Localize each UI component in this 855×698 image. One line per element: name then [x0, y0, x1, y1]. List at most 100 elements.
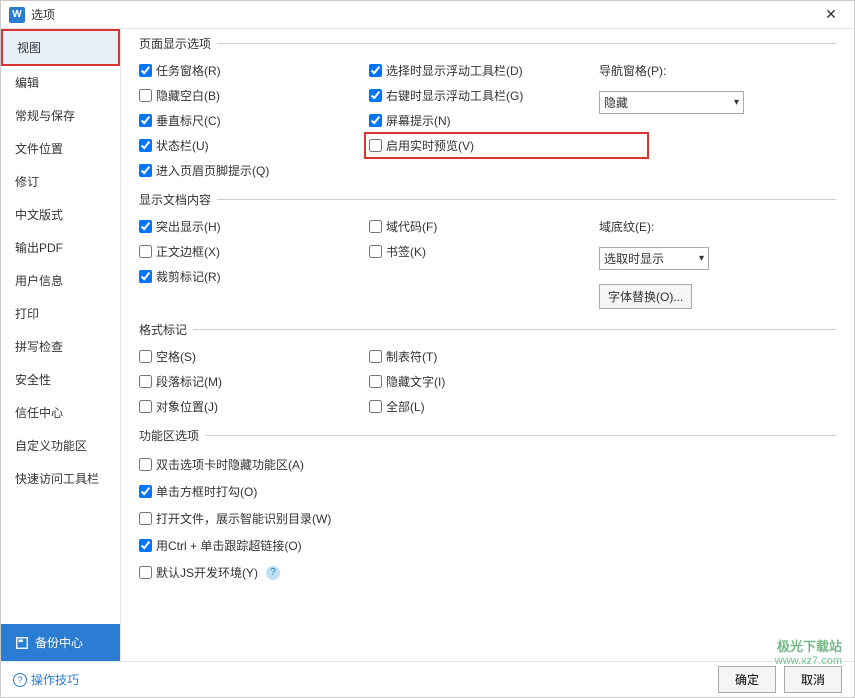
tips-link[interactable]: ? 操作技巧 [13, 671, 79, 688]
format-mark-opt-b-0[interactable]: 制表符(T) [369, 348, 599, 365]
sidebar-item-7[interactable]: 用户信息 [1, 264, 120, 297]
backup-icon [15, 636, 29, 650]
doc-content-opt-a-1[interactable]: 正文边框(X) [139, 243, 369, 260]
page-display-opt-a-1[interactable]: 隐藏空白(B) [139, 87, 369, 104]
format-mark-opt-b-0-checkbox[interactable] [369, 350, 382, 363]
close-icon[interactable]: ✕ [816, 6, 846, 23]
ribbon-opt-4[interactable]: 默认JS开发环境(Y)? [139, 564, 836, 581]
ribbon-opt-0[interactable]: 双击选项卡时隐藏功能区(A) [139, 456, 836, 473]
page-display-opt-a-1-checkbox[interactable] [139, 89, 152, 102]
backup-center-button[interactable]: 备份中心 [1, 624, 120, 661]
doc-content-opt-b-1[interactable]: 书签(K) [369, 243, 599, 260]
section-ribbon-legend: 功能区选项 [139, 427, 205, 444]
ribbon-opt-1[interactable]: 单击方框时打勾(O) [139, 483, 836, 500]
doc-content-opt-a-0-label: 突出显示(H) [156, 218, 221, 235]
ribbon-opt-3-checkbox[interactable] [139, 539, 152, 552]
doc-content-opt-b-1-checkbox[interactable] [369, 245, 382, 258]
doc-content-opt-b-0[interactable]: 域代码(F) [369, 218, 599, 235]
ribbon-opt-0-checkbox[interactable] [139, 458, 152, 471]
sidebar-item-10[interactable]: 安全性 [1, 363, 120, 396]
field-shading-dropdown[interactable]: 选取时显示 ▾ [599, 247, 709, 270]
page-display-opt-b-0-checkbox[interactable] [369, 64, 382, 77]
page-display-opt-a-2[interactable]: 垂直标尺(C) [139, 112, 369, 129]
sidebar-item-3[interactable]: 文件位置 [1, 132, 120, 165]
body: 视图编辑常规与保存文件位置修订中文版式输出PDF用户信息打印拼写检查安全性信任中… [1, 29, 854, 661]
format-mark-opt-a-1[interactable]: 段落标记(M) [139, 373, 369, 390]
format-mark-opt-b-2-checkbox[interactable] [369, 400, 382, 413]
page-display-opt-b-3-checkbox[interactable] [369, 139, 382, 152]
sidebar-item-4[interactable]: 修订 [1, 165, 120, 198]
sidebar-item-11[interactable]: 信任中心 [1, 396, 120, 429]
sidebar-item-5[interactable]: 中文版式 [1, 198, 120, 231]
page-display-opt-b-1[interactable]: 右键时显示浮动工具栏(G) [369, 87, 599, 104]
format-mark-opt-b-0-label: 制表符(T) [386, 348, 437, 365]
field-shading-value: 选取时显示 [604, 250, 664, 267]
doc-content-opt-a-2[interactable]: 裁剪标记(R) [139, 268, 369, 285]
doc-content-opt-a-0[interactable]: 突出显示(H) [139, 218, 369, 235]
page-display-opt-b-3-label: 启用实时预览(V) [386, 137, 474, 154]
page-display-opt-a-3[interactable]: 状态栏(U) [139, 137, 369, 154]
format-mark-opt-b-2-label: 全部(L) [386, 398, 425, 415]
page-display-opt-a-2-checkbox[interactable] [139, 114, 152, 127]
cancel-button[interactable]: 取消 [784, 666, 842, 693]
format-mark-opt-b-1-checkbox[interactable] [369, 375, 382, 388]
page-display-opt-b-2-checkbox[interactable] [369, 114, 382, 127]
format-mark-opt-a-2[interactable]: 对象位置(J) [139, 398, 369, 415]
ribbon-opt-4-checkbox[interactable] [139, 566, 152, 579]
format-mark-opt-b-1[interactable]: 隐藏文字(I) [369, 373, 599, 390]
format-mark-opt-a-0[interactable]: 空格(S) [139, 348, 369, 365]
page-display-opt-b-1-checkbox[interactable] [369, 89, 382, 102]
page-display-opt-a-2-label: 垂直标尺(C) [156, 112, 221, 129]
help-icon[interactable]: ? [266, 566, 280, 580]
sidebar-item-8[interactable]: 打印 [1, 297, 120, 330]
sidebar-item-1[interactable]: 编辑 [1, 66, 120, 99]
sidebar-item-6[interactable]: 输出PDF [1, 231, 120, 264]
ribbon-opt-3[interactable]: 用Ctrl + 单击跟踪超链接(O) [139, 537, 836, 554]
page-display-opt-a-0[interactable]: 任务窗格(R) [139, 62, 369, 79]
doc-content-opt-a-2-label: 裁剪标记(R) [156, 268, 221, 285]
doc-content-opt-b-0-label: 域代码(F) [386, 218, 437, 235]
page-display-opt-b-1-label: 右键时显示浮动工具栏(G) [386, 87, 523, 104]
doc-content-opt-b-1-label: 书签(K) [386, 243, 426, 260]
ok-button[interactable]: 确定 [718, 666, 776, 693]
page-display-opt-b-0-label: 选择时显示浮动工具栏(D) [386, 62, 523, 79]
nav-pane-label: 导航窗格(P): [599, 62, 836, 79]
sidebar: 视图编辑常规与保存文件位置修订中文版式输出PDF用户信息打印拼写检查安全性信任中… [1, 29, 121, 661]
format-mark-opt-a-1-checkbox[interactable] [139, 375, 152, 388]
sidebar-item-2[interactable]: 常规与保存 [1, 99, 120, 132]
format-mark-opt-a-2-checkbox[interactable] [139, 400, 152, 413]
page-display-opt-b-2[interactable]: 屏幕提示(N) [369, 112, 599, 129]
chevron-down-icon: ▾ [699, 253, 704, 264]
page-display-opt-a-4-checkbox[interactable] [139, 164, 152, 177]
field-shading-label: 域底纹(E): [599, 218, 836, 235]
format-mark-opt-a-0-label: 空格(S) [156, 348, 196, 365]
ribbon-opt-1-label: 单击方框时打勾(O) [156, 483, 257, 500]
chevron-down-icon: ▾ [734, 97, 739, 108]
sidebar-item-13[interactable]: 快速访问工具栏 [1, 462, 120, 495]
backup-center-label: 备份中心 [35, 634, 83, 651]
doc-content-opt-a-0-checkbox[interactable] [139, 220, 152, 233]
ribbon-opt-0-label: 双击选项卡时隐藏功能区(A) [156, 456, 304, 473]
format-mark-opt-b-2[interactable]: 全部(L) [369, 398, 599, 415]
page-display-opt-a-0-checkbox[interactable] [139, 64, 152, 77]
window-title: 选项 [31, 6, 816, 23]
page-display-opt-a-4-label: 进入页眉页脚提示(Q) [156, 162, 269, 179]
sidebar-item-12[interactable]: 自定义功能区 [1, 429, 120, 462]
help-icon: ? [13, 673, 27, 687]
page-display-opt-b-0[interactable]: 选择时显示浮动工具栏(D) [369, 62, 599, 79]
section-page-display: 页面显示选项 任务窗格(R)隐藏空白(B)垂直标尺(C)状态栏(U)进入页眉页脚… [139, 35, 836, 183]
ribbon-opt-1-checkbox[interactable] [139, 485, 152, 498]
doc-content-opt-a-2-checkbox[interactable] [139, 270, 152, 283]
nav-pane-dropdown[interactable]: 隐藏 ▾ [599, 91, 744, 114]
page-display-opt-a-3-checkbox[interactable] [139, 139, 152, 152]
doc-content-opt-a-1-checkbox[interactable] [139, 245, 152, 258]
sidebar-item-9[interactable]: 拼写检查 [1, 330, 120, 363]
sidebar-item-0[interactable]: 视图 [1, 29, 120, 66]
ribbon-opt-2[interactable]: 打开文件，展示智能识别目录(W) [139, 510, 836, 527]
font-replace-button[interactable]: 字体替换(O)... [599, 284, 692, 309]
format-mark-opt-a-0-checkbox[interactable] [139, 350, 152, 363]
page-display-opt-a-4[interactable]: 进入页眉页脚提示(Q) [139, 162, 369, 179]
app-icon: W [9, 7, 25, 23]
ribbon-opt-2-checkbox[interactable] [139, 512, 152, 525]
doc-content-opt-b-0-checkbox[interactable] [369, 220, 382, 233]
